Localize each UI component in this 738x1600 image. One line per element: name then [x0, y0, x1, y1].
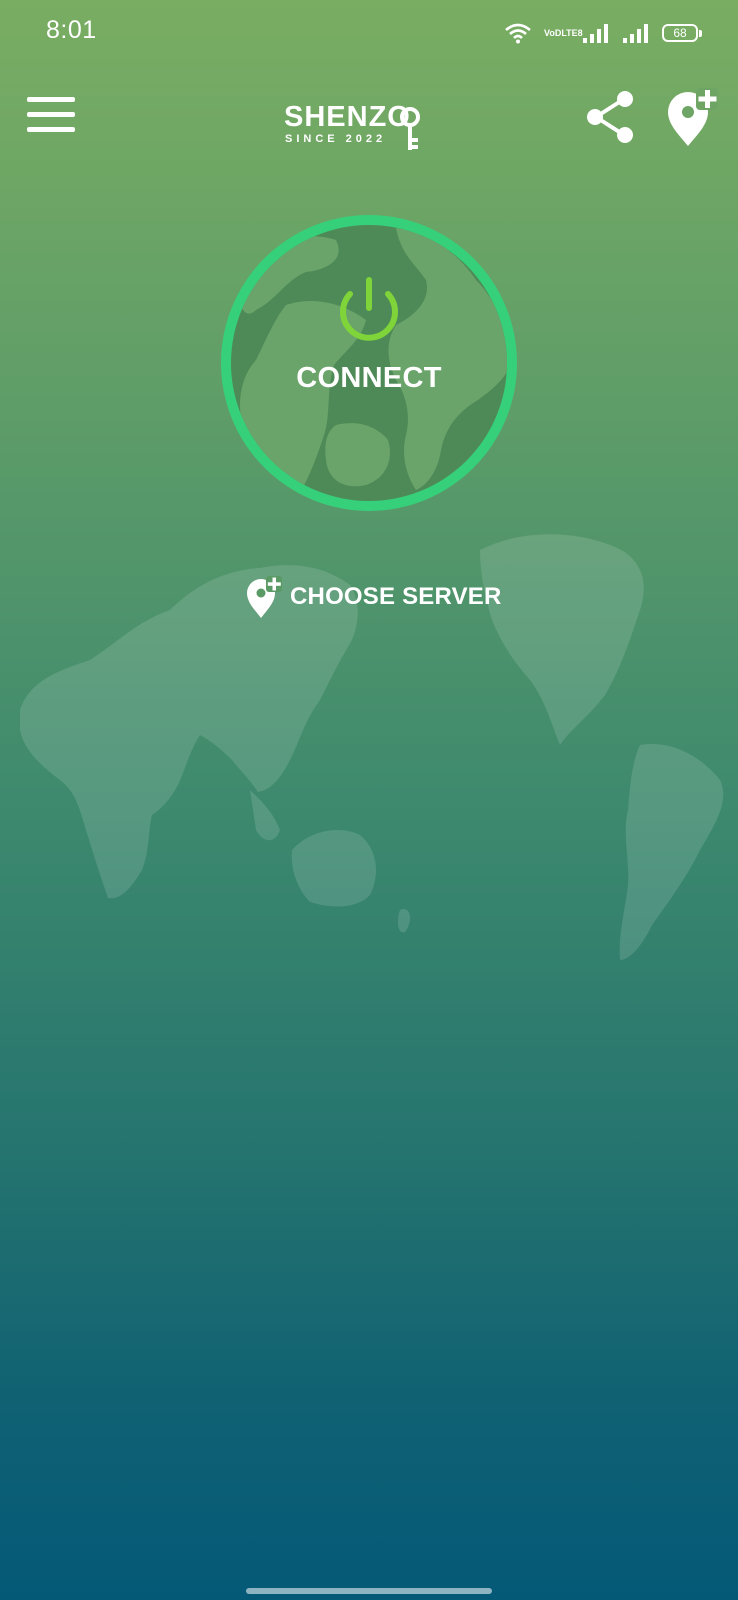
battery-icon: 68 — [662, 24, 702, 42]
choose-server-button[interactable]: CHOOSE SERVER — [244, 572, 502, 622]
key-icon — [399, 106, 421, 157]
hamburger-menu-icon — [27, 97, 75, 102]
add-location-pin-icon — [247, 576, 282, 618]
app-header: SHENZO SINCE 2022 — [0, 80, 738, 160]
network-label-bottom: LTE8 — [561, 27, 583, 38]
connect-button[interactable]: CONNECT — [216, 210, 522, 516]
signal-strength-icon — [582, 22, 610, 44]
add-location-button[interactable] — [664, 86, 720, 148]
connect-label: CONNECT — [296, 362, 442, 394]
signal-strength-icon-2 — [622, 22, 650, 44]
choose-server-label: CHOOSE SERVER — [290, 583, 502, 610]
hamburger-menu-button[interactable] — [27, 97, 75, 133]
status-time: 8:01 — [46, 16, 97, 44]
app-logo: SHENZO SINCE 2022 — [284, 102, 434, 154]
home-indicator[interactable] — [246, 1588, 492, 1594]
status-icons: VoD LTE8 68 — [504, 18, 702, 48]
battery-level: 68 — [673, 26, 687, 40]
share-button[interactable] — [584, 88, 638, 146]
add-location-pin-icon — [668, 88, 718, 146]
network-label-top: VoD — [544, 27, 562, 38]
status-bar: 8:01 VoD LTE8 68 — [0, 0, 738, 66]
share-icon — [587, 91, 633, 143]
wifi-icon — [504, 22, 532, 44]
network-type-badge: VoD LTE8 — [544, 27, 583, 38]
